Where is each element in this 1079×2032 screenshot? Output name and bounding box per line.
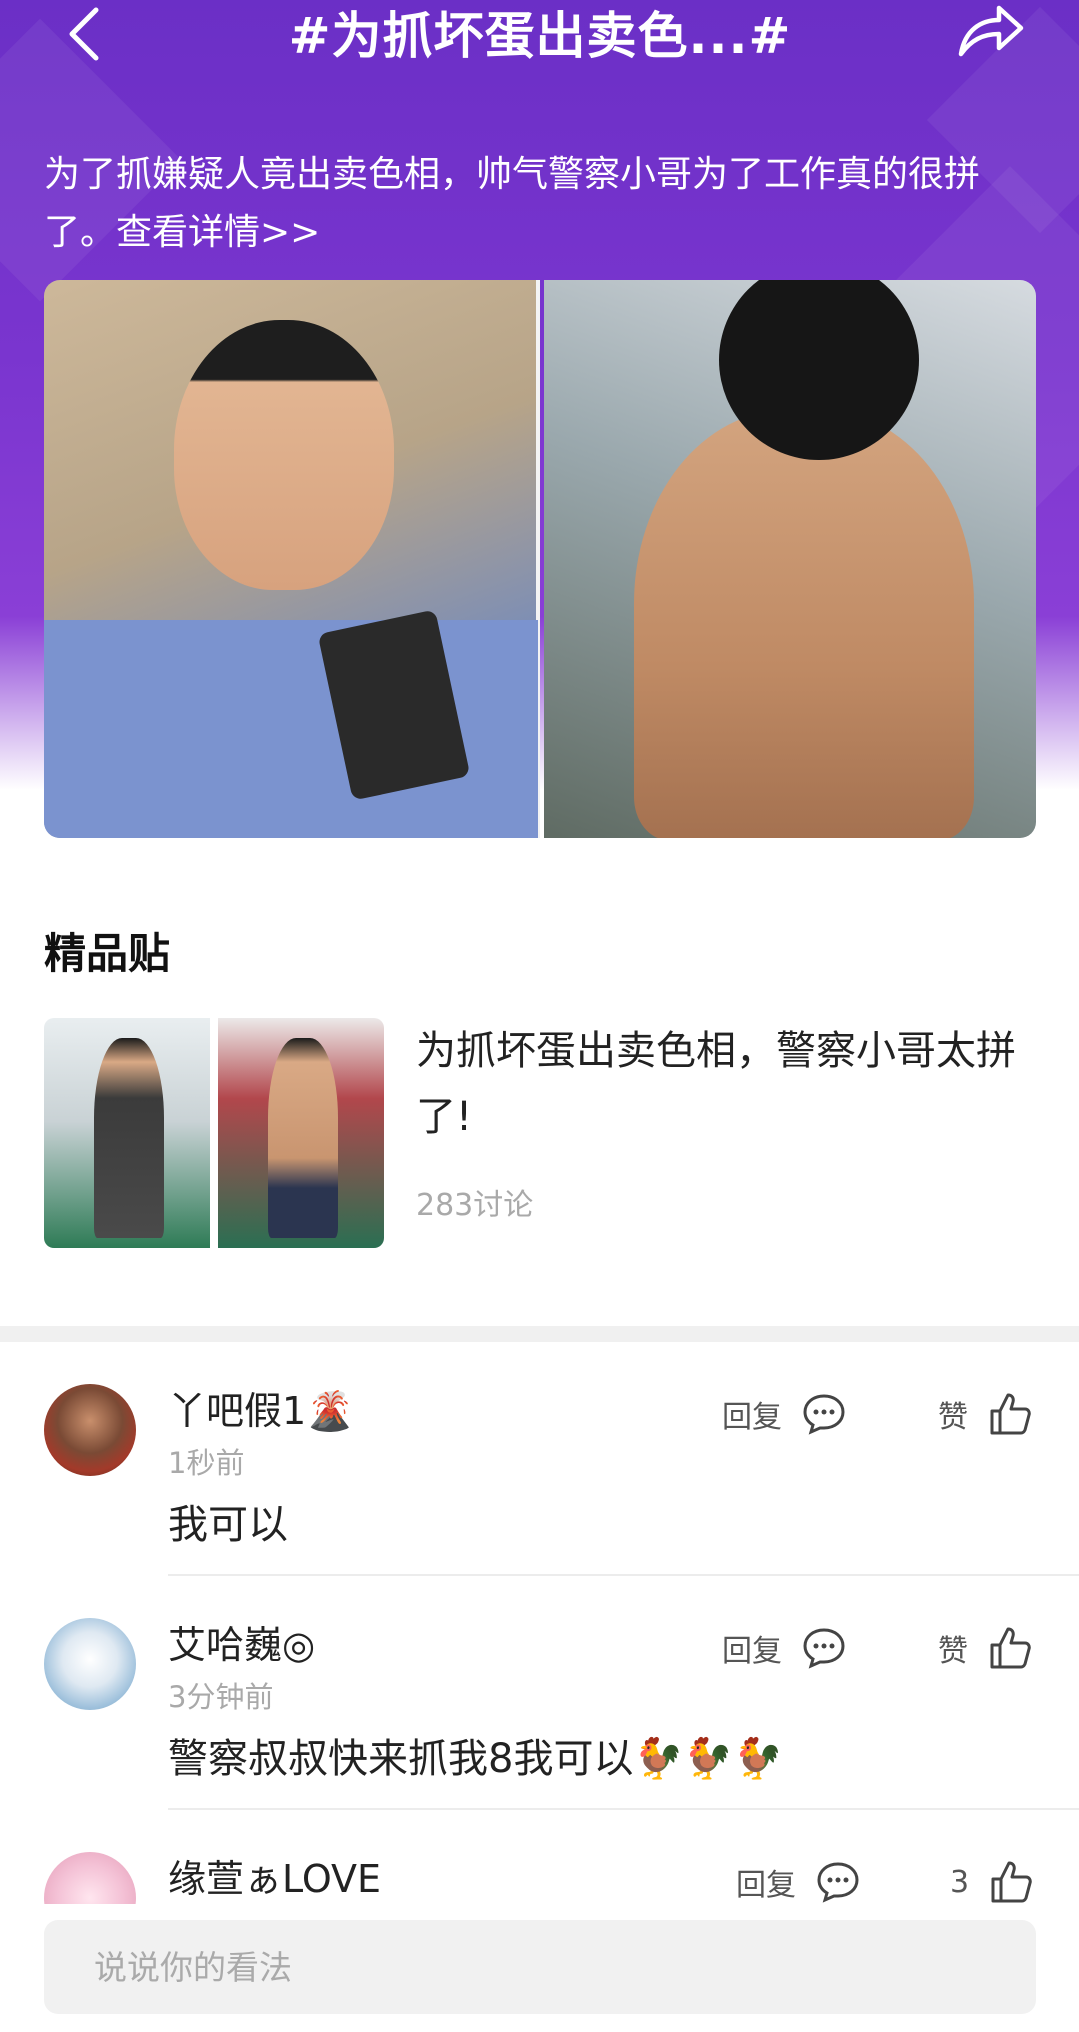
like-label: 赞 <box>938 1400 968 1435</box>
comment-item: 缘萱ぁLOVE 回复 3 <box>0 1810 1079 1904</box>
thumb-gap <box>210 1018 214 1248</box>
reply-label: 回复 <box>736 1868 796 1903</box>
comment-text: 警察叔叔快来抓我8我可以🐓🐓🐓 <box>168 1736 783 1782</box>
page-title: #为抓坏蛋出卖色...# <box>288 7 792 65</box>
thumbs-up-icon <box>990 1393 1031 1435</box>
post-title: 为抓坏蛋出卖色相，警察小哥太拼了! <box>416 1028 1016 1140</box>
reply-button[interactable]: 回复 <box>736 1854 860 1904</box>
post-discussion-count: 283讨论 <box>416 1188 534 1223</box>
figure-shape <box>267 1038 338 1238</box>
featured-post[interactable]: 为抓坏蛋出卖色相，警察小哥太拼了! 283讨论 <box>44 1018 1044 1248</box>
thumbs-up-icon <box>990 1627 1031 1669</box>
comment-bubble-icon <box>817 1862 859 1903</box>
comment-input[interactable] <box>44 1920 1036 2014</box>
thumbs-up-icon <box>991 1861 1032 1903</box>
like-count: 3 <box>950 1864 970 1900</box>
share-icon <box>958 5 1024 57</box>
reply-label: 回复 <box>722 1400 782 1435</box>
comment-time: 1秒前 <box>168 1446 245 1480</box>
thumb-right <box>217 1018 384 1248</box>
comment-username[interactable]: 艾哈巍◎ <box>168 1614 315 1669</box>
back-arrow-icon <box>69 7 99 61</box>
comment-username[interactable]: 缘萱ぁLOVE <box>168 1848 381 1903</box>
avatar[interactable] <box>44 1852 136 1904</box>
like-button[interactable]: 3 <box>950 1854 1033 1904</box>
top-bar: #为抓坏蛋出卖色...# <box>0 0 1079 80</box>
comment-item: 艾哈巍◎ 3分钟前 警察叔叔快来抓我8我可以🐓🐓🐓 回复 赞 <box>0 1576 1079 1810</box>
share-button[interactable] <box>955 0 1025 64</box>
comment-bubble-icon <box>803 1394 845 1435</box>
comment-time: 3分钟前 <box>168 1680 274 1714</box>
figure-shape <box>94 1038 164 1238</box>
comment-item: 丫吧假1🌋 1秒前 我可以 回复 赞 <box>0 1342 1079 1576</box>
like-button[interactable]: 赞 <box>938 1620 1032 1676</box>
post-thumbnail <box>44 1018 384 1248</box>
hero-photo-left <box>44 280 538 838</box>
topic-description[interactable]: 为了抓嫌疑人竟出卖色相，帅气警察小哥为了工作真的很拼了。查看详情>> <box>44 146 1034 262</box>
face-shape <box>174 320 394 590</box>
comment-bubble-icon <box>803 1628 845 1669</box>
hero-photo-right <box>544 280 1036 838</box>
section-divider <box>0 1326 1079 1342</box>
avatar[interactable] <box>44 1384 136 1476</box>
hero-image[interactable] <box>44 280 1036 838</box>
torso-shape <box>634 410 974 838</box>
comment-username[interactable]: 丫吧假1🌋 <box>168 1380 354 1435</box>
reply-label: 回复 <box>722 1634 782 1669</box>
back-button[interactable] <box>58 4 118 64</box>
thumb-left <box>44 1018 211 1248</box>
reply-button[interactable]: 回复 <box>722 1620 846 1676</box>
comment-input-bar <box>0 1904 1079 2032</box>
avatar[interactable] <box>44 1618 136 1710</box>
uniform-shape <box>44 620 538 838</box>
comment-text: 我可以 <box>168 1502 288 1548</box>
reply-button[interactable]: 回复 <box>722 1386 846 1442</box>
like-label: 赞 <box>938 1634 968 1669</box>
section-title: 精品贴 <box>44 929 171 978</box>
like-button[interactable]: 赞 <box>938 1386 1032 1442</box>
